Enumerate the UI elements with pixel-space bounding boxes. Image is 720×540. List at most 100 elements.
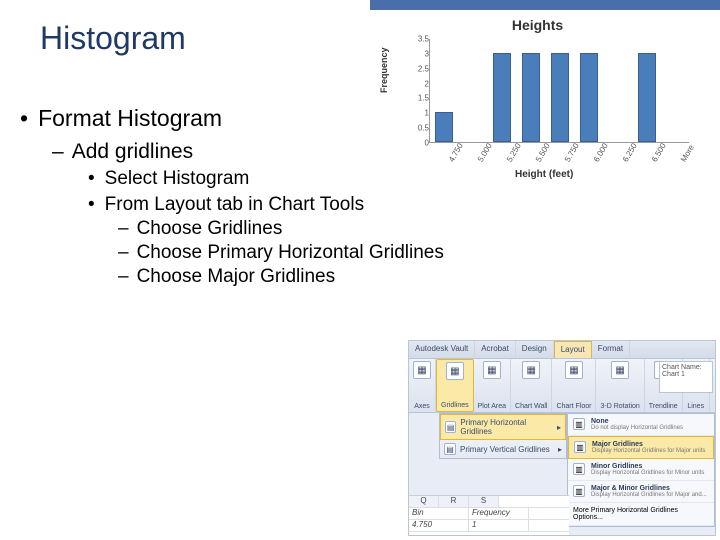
- ribbon-group-axes[interactable]: ▦ Axes: [409, 359, 436, 412]
- x-tick: 5.750: [563, 142, 581, 164]
- sheet-cell-bin: 4.750: [409, 520, 469, 531]
- gridlines-icon: ▤: [444, 443, 456, 455]
- submenu-item[interactable]: ▥ Major & Minor GridlinesDisplay Horizont…: [568, 481, 714, 503]
- title-accent-bar: [370, 0, 720, 10]
- ribbon-tab-design[interactable]: Design: [516, 341, 554, 358]
- sheet-header-bin: Bin: [409, 508, 469, 519]
- chart-bar: [522, 53, 540, 142]
- bullet-choose-major: Choose Major Gridlines: [118, 266, 710, 288]
- sheet-col-s: S: [469, 496, 499, 507]
- x-tick: 6.500: [650, 142, 668, 164]
- y-tick: 0.5: [418, 124, 429, 133]
- chart-wall-icon: ▦: [522, 361, 540, 379]
- chart-floor-icon: ▦: [565, 361, 583, 379]
- x-tick: 6.250: [621, 142, 639, 164]
- ribbon-group-chart-floor[interactable]: ▦ Chart Floor: [552, 359, 596, 412]
- excel-ribbon-screenshot: Autodesk VaultAcrobatDesignLayoutFormat …: [408, 340, 716, 536]
- sheet-cell-freq: 1: [469, 520, 529, 531]
- gridlines-submenu: ▥ NoneDo not display Horizontal Gridlines…: [567, 413, 715, 527]
- worksheet-peek: Q R S Bin Frequency 4.750 1: [409, 495, 569, 535]
- chevron-right-icon: ▸: [557, 423, 561, 432]
- chart-bar: [580, 53, 598, 142]
- submenu-item-title: Minor Gridlines: [591, 463, 704, 470]
- sheet-col-row: Q R S: [409, 496, 569, 508]
- chart-name-box: Chart Name: Chart 1: [659, 361, 713, 393]
- ribbon-group-label: Trendline: [649, 403, 678, 410]
- y-tick: 3.5: [418, 35, 429, 44]
- slide: Histogram Format Histogram Add gridlines…: [0, 0, 720, 540]
- submenu-item-desc: Do not display Horizontal Gridlines: [591, 425, 683, 431]
- sheet-header-row: Bin Frequency: [409, 508, 569, 520]
- x-tick: 5.500: [534, 142, 552, 164]
- chart-bar: [551, 53, 569, 142]
- chevron-right-icon: ▸: [558, 445, 562, 454]
- ribbon-group-label: Chart Floor: [556, 403, 591, 410]
- sheet-header-freq: Frequency: [469, 508, 529, 519]
- x-tick: 4.750: [447, 142, 465, 164]
- ribbon-group-3-d-rotation[interactable]: ▦ 3-D Rotation: [596, 359, 644, 412]
- gridlines-option-icon: ▥: [573, 485, 585, 497]
- submenu-item-title: None: [591, 418, 683, 425]
- submenu-item-title: Major & Minor Gridlines: [591, 485, 707, 492]
- chart-bar: [493, 53, 511, 142]
- axes-icon: ▦: [413, 361, 431, 379]
- ribbon-tab-acrobat[interactable]: Acrobat: [475, 341, 516, 358]
- ribbon-group-label: Lines: [687, 403, 704, 410]
- submenu-item-desc: Display Horizontal Gridlines for Major u…: [592, 448, 705, 454]
- ribbon-tabs: Autodesk VaultAcrobatDesignLayoutFormat: [409, 341, 715, 359]
- chart-bar: [435, 112, 453, 142]
- chart-bar: [638, 53, 656, 142]
- submenu-item-title: Major Gridlines: [592, 441, 705, 448]
- ribbon-group-chart-wall[interactable]: ▦ Chart Wall: [511, 359, 552, 412]
- y-axis-label: Frequency: [379, 47, 389, 93]
- ribbon-tab-autodesk-vault[interactable]: Autodesk Vault: [409, 341, 475, 358]
- ribbon-tab-layout[interactable]: Layout: [554, 341, 592, 358]
- ribbon-group-gridlines[interactable]: ▦ Gridlines: [436, 359, 474, 412]
- bullet-from-layout: From Layout tab in Chart Tools: [88, 194, 710, 216]
- sheet-col-q: Q: [409, 496, 439, 507]
- chart-name-value: Chart 1: [662, 371, 710, 378]
- slide-title: Histogram: [40, 20, 186, 57]
- dropdown-item-label: Primary Horizontal Gridlines: [460, 418, 553, 436]
- 3-d-rotation-icon: ▦: [611, 361, 629, 379]
- ribbon-group-label: Chart Wall: [515, 403, 547, 410]
- submenu-item[interactable]: ▥ NoneDo not display Horizontal Gridlines: [568, 414, 714, 436]
- dropdown-item[interactable]: ▤ Primary Vertical Gridlines ▸: [440, 440, 566, 458]
- submenu-item-desc: Display Horizontal Gridlines for Minor u…: [591, 470, 704, 476]
- submenu-item[interactable]: ▥ Major GridlinesDisplay Horizontal Gridl…: [568, 436, 714, 459]
- x-tick: 5.000: [476, 142, 494, 164]
- chart-plot-area: Frequency 00.511.522.533.5 4.7505.0005.2…: [401, 33, 700, 163]
- chart-title: Heights: [375, 17, 700, 33]
- plot-area-icon: ▦: [483, 361, 501, 379]
- gridlines-dropdown: ▤ Primary Horizontal Gridlines ▸ ▤ Primary V…: [439, 413, 567, 459]
- submenu-item-desc: Display Horizontal Gridlines for Major a…: [591, 492, 707, 498]
- chart-plot: [429, 39, 689, 143]
- gridlines-option-icon: ▥: [573, 418, 585, 430]
- x-tick: More: [679, 143, 696, 163]
- dropdown-item[interactable]: ▤ Primary Horizontal Gridlines ▸: [440, 414, 566, 440]
- histogram-chart: Heights Frequency 00.511.522.533.5 4.750…: [375, 15, 700, 193]
- gridlines-icon: ▤: [445, 421, 456, 433]
- gridlines-option-icon: ▥: [574, 441, 586, 453]
- y-tick: 1.5: [418, 94, 429, 103]
- y-axis-ticks: 00.511.522.533.5: [411, 39, 431, 143]
- bullet-choose-gridlines: Choose Gridlines: [118, 218, 710, 240]
- gridlines-icon: ▦: [446, 362, 464, 380]
- x-axis-label: Height (feet): [515, 169, 573, 180]
- sheet-data-row: 4.750 1: [409, 520, 569, 532]
- x-tick: 5.250: [505, 142, 523, 164]
- ribbon-tab-format[interactable]: Format: [592, 341, 630, 358]
- y-tick: 2.5: [418, 64, 429, 73]
- sheet-col-r: R: [439, 496, 469, 507]
- dropdown-item-label: Primary Vertical Gridlines: [460, 445, 550, 454]
- ribbon-group-label: Gridlines: [441, 402, 469, 409]
- bullet-choose-primary-horizontal: Choose Primary Horizontal Gridlines: [118, 242, 710, 264]
- submenu-more-options[interactable]: More Primary Horizontal Gridlines Option…: [568, 503, 714, 526]
- submenu-item[interactable]: ▥ Minor GridlinesDisplay Horizontal Gridl…: [568, 459, 714, 481]
- ribbon-group-label: 3-D Rotation: [600, 403, 639, 410]
- gridlines-option-icon: ▥: [573, 463, 585, 475]
- ribbon-group-label: Axes: [414, 403, 430, 410]
- ribbon-group-plot-area[interactable]: ▦ Plot Area: [474, 359, 511, 412]
- x-tick: 6.000: [592, 142, 610, 164]
- ribbon-group-label: Plot Area: [478, 403, 506, 410]
